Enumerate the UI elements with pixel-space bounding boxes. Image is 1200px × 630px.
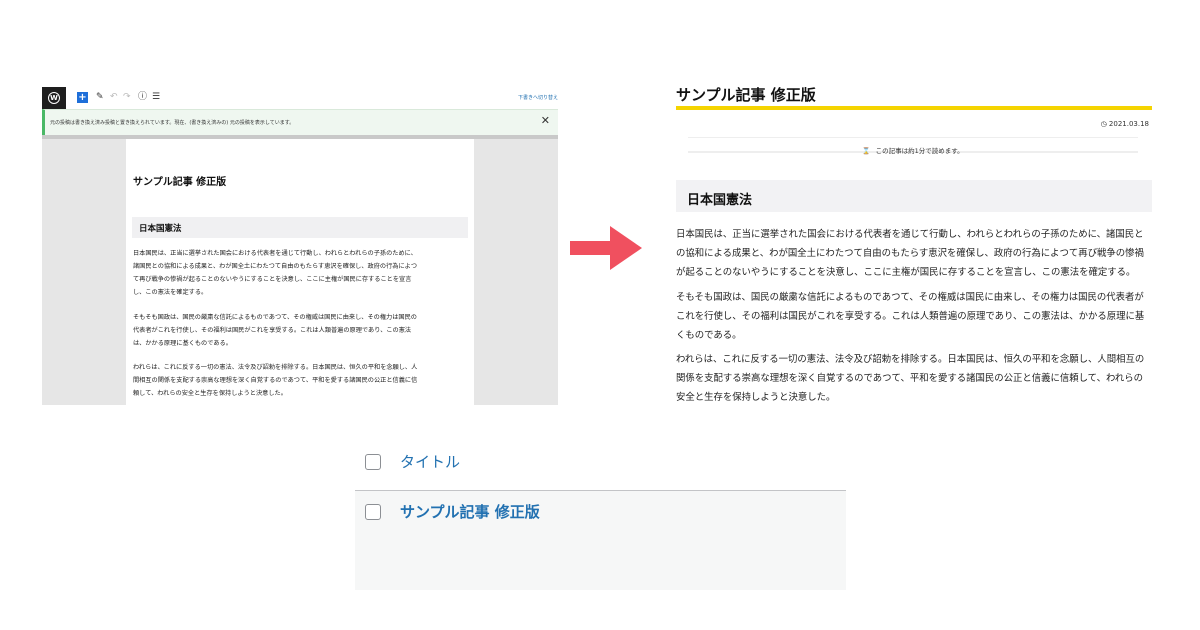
- redo-icon[interactable]: ↷: [123, 93, 131, 102]
- undo-icon[interactable]: ↶: [110, 93, 118, 102]
- paragraph-line: 間相互の関係を支配する崇高な理想を深く自覚するのであつて、平和を愛する諸国民の公…: [133, 377, 418, 384]
- paragraph-line: そもそも国政は、国民の厳粛な信託によるものであつて、その権威は国民に由来し、その…: [676, 292, 1144, 303]
- reading-time-box: ⌛ この記事は約1分で読めます。: [688, 137, 1138, 155]
- paragraph-line: 日本国民は、正当に選挙された国会における代表者を通じて行動し、われらとわれらの子…: [133, 250, 417, 257]
- notice-text: 元の投稿は書き換え済み投稿と置き換えられています。現在、(書き換え済みの) 元の…: [50, 120, 295, 126]
- paragraph-line: 関係を支配する崇高な理想を深く自覚するのであつて、平和を愛する諸国民の公正と信義…: [676, 373, 1143, 384]
- preview-paragraph: そもそも国政は、国民の厳粛な信託によるものであつて、その権威は国民に由来し、その…: [676, 288, 1156, 345]
- paragraph-block[interactable]: われらは、これに反する一切の憲法、法令及び詔勅を排除する。日本国民は、恒久の平和…: [133, 361, 473, 400]
- hourglass-icon: ⌛: [862, 147, 871, 155]
- paragraph-block[interactable]: 日本国民は、正当に選挙された国会における代表者を通じて行動し、われらとわれらの子…: [133, 247, 473, 299]
- post-title-link[interactable]: サンプル記事 修正版: [400, 501, 540, 522]
- list-view-icon[interactable]: ☰: [152, 93, 160, 102]
- paragraph-line: これを行使し、その福利は国民がこれを享受する。これは人類普遍の原理であり、この憲…: [676, 311, 1145, 322]
- paragraph-line: は、かかる原理に基くものである。: [133, 340, 232, 347]
- wordpress-logo[interactable]: W: [42, 87, 66, 109]
- paragraph-line: が起ることのないやうにすることを決意し、ここに主権が国民に存することを宣言し、こ…: [676, 267, 1136, 278]
- heading-block[interactable]: 日本国憲法: [132, 217, 468, 238]
- editor-screenshot: W + ✎ ↶ ↷ ⓘ ☰ 下書きへ切り替え 元の投稿は書き換え済み投稿と置き換…: [42, 87, 558, 405]
- switch-to-draft-link[interactable]: 下書きへ切り替え: [518, 94, 558, 101]
- preview-paragraph: 日本国民は、正当に選挙された国会における代表者を通じて行動し、われらとわれらの子…: [676, 225, 1156, 282]
- reading-time-text: この記事は約1分で読めます。: [875, 147, 964, 155]
- paragraph-line: し、この憲法を確定する。: [133, 289, 208, 296]
- editor-toolbar: W + ✎ ↶ ↷ ⓘ ☰ 下書きへ切り替え: [42, 87, 558, 109]
- editor-canvas[interactable]: サンプル記事 修正版 日本国憲法 日本国民は、正当に選挙された国会における代表者…: [126, 139, 474, 405]
- select-all-checkbox[interactable]: [365, 454, 381, 470]
- heading-text: 日本国憲法: [139, 224, 182, 234]
- paragraph-line: そもそも国政は、国民の厳粛な信託によるものであつて、その権威は国民に由来し、その…: [133, 314, 417, 321]
- paragraph-line: われらは、これに反する一切の憲法、法令及び詔勅を排除する。日本国民は、恒久の平和…: [133, 364, 418, 371]
- close-icon[interactable]: ✕: [541, 115, 550, 127]
- right-arrow-icon: [570, 226, 642, 270]
- paragraph-block[interactable]: そもそも国政は、国民の厳粛な信託によるものであつて、その権威は国民に由来し、その…: [133, 311, 473, 350]
- preview-title: サンプル記事 修正版: [676, 86, 816, 104]
- paragraph-line: われらは、これに反する一切の憲法、法令及び詔勅を排除する。日本国民は、恒久の平和…: [676, 354, 1145, 365]
- column-title-link[interactable]: タイトル: [400, 451, 460, 472]
- notice-banner: 元の投稿は書き換え済み投稿と置き換えられています。現在、(書き換え済みの) 元の…: [42, 109, 558, 135]
- plus-icon[interactable]: +: [77, 92, 88, 103]
- post-title[interactable]: サンプル記事 修正版: [133, 173, 226, 188]
- paragraph-line: 諸国民との協和による成果と、わが国全土にわたつて自由のもたらす恵沢を確保し、政府…: [133, 263, 418, 270]
- preview-heading: 日本国憲法: [676, 180, 1152, 212]
- post-date: ◷ 2021.03.18: [1101, 120, 1149, 128]
- info-icon[interactable]: ⓘ: [138, 93, 147, 102]
- table-row: サンプル記事 修正版: [355, 491, 846, 590]
- paragraph-line: 安全と生存を保持しようと決意した。: [676, 392, 836, 403]
- row-checkbox[interactable]: [365, 504, 381, 520]
- title-underline: [676, 106, 1152, 110]
- pencil-icon[interactable]: ✎: [96, 93, 104, 102]
- paragraph-line: の協和による成果と、わが国全土にわたつて自由のもたらす恵沢を確保し、政府の行為に…: [676, 248, 1144, 259]
- paragraph-line: て再び戦争の惨禍が起ることのないやうにすることを決意し、ここに主権が国民に存する…: [133, 276, 412, 283]
- paragraph-line: 頼して、われらの安全と生存を保持しようと決意した。: [133, 390, 287, 397]
- date-text: 2021.03.18: [1108, 120, 1149, 128]
- clock-icon: ◷: [1100, 120, 1107, 128]
- paragraph-line: 日本国民は、正当に選挙された国会における代表者を通じて行動し、われらとわれらの子…: [676, 229, 1144, 240]
- preview-heading-text: 日本国憲法: [687, 193, 753, 208]
- preview-paragraph: われらは、これに反する一切の憲法、法令及び詔勅を排除する。日本国民は、恒久の平和…: [676, 350, 1156, 407]
- post-list-header: タイトル: [355, 440, 846, 491]
- paragraph-line: くものである。: [676, 330, 742, 341]
- paragraph-line: 代表者がこれを行使し、その福利は国民がこれを享受する。これは人類普遍の原理であり…: [133, 327, 412, 334]
